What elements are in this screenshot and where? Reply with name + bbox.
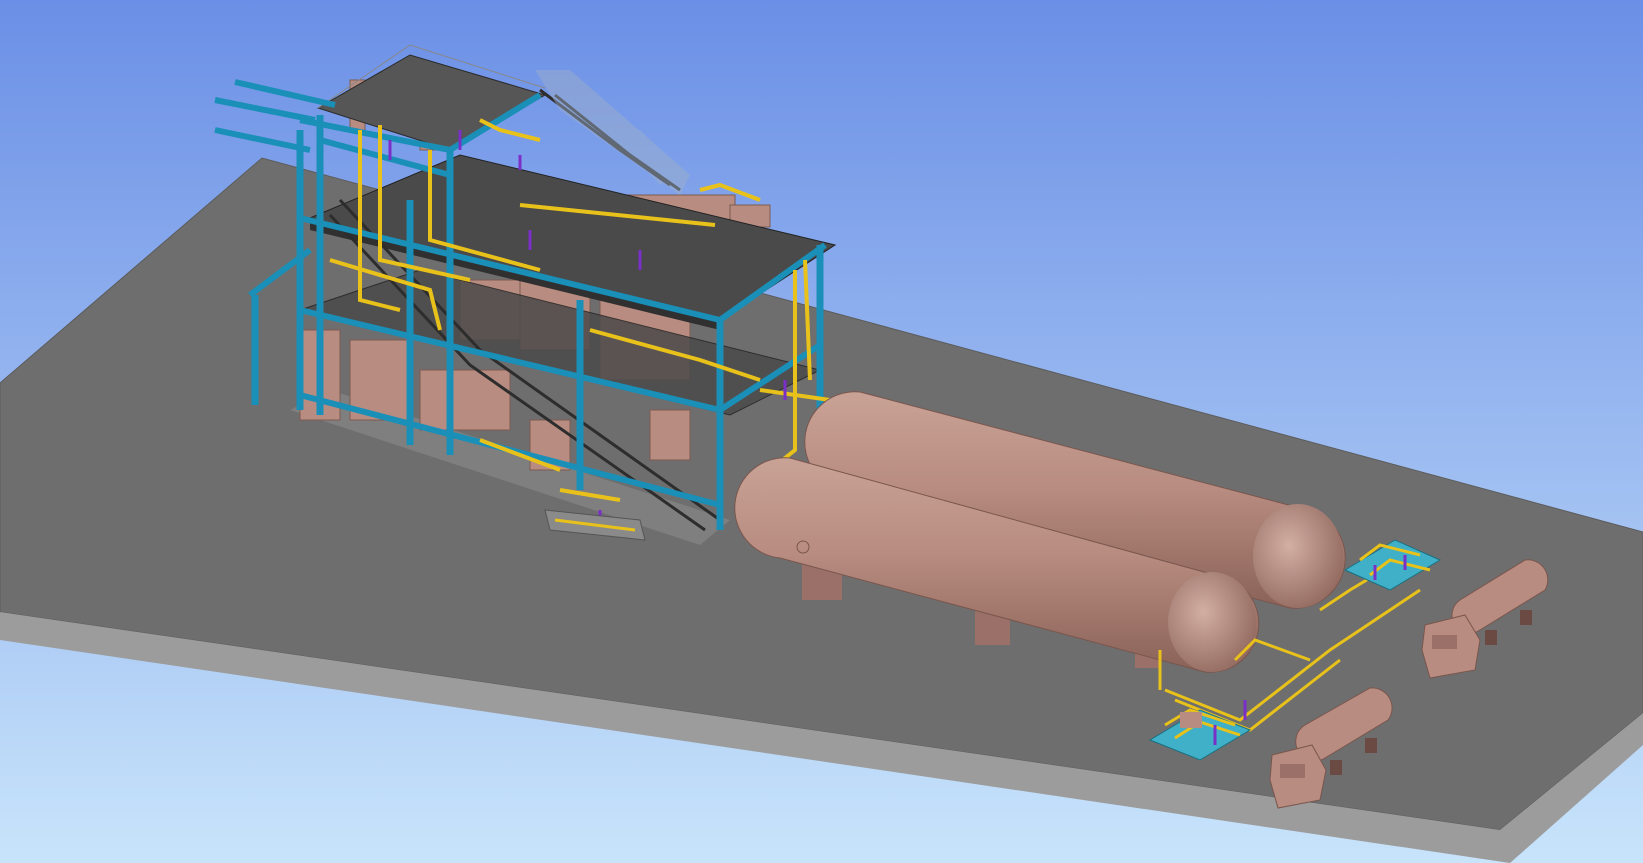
- truck-windshield: [1432, 635, 1457, 649]
- tank-head: [1168, 572, 1256, 672]
- tank-head: [1253, 504, 1343, 608]
- plant-model-scene[interactable]: [0, 0, 1643, 863]
- 3d-viewport[interactable]: [0, 0, 1643, 863]
- skid-pump: [1180, 712, 1202, 728]
- truck-windshield: [1280, 764, 1305, 778]
